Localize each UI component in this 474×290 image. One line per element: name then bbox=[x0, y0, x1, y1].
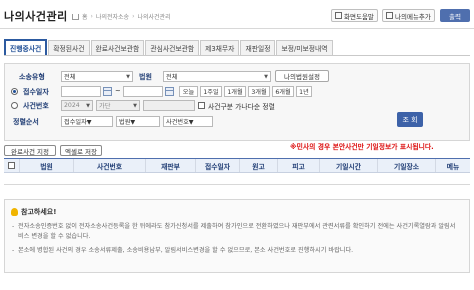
search-form: 소송유형 전체 법원 전체 나의법원설정 접수일자 ~ 오늘 1주일 1개월 3… bbox=[4, 63, 470, 141]
sort-order-label: 정렬순서 bbox=[13, 118, 39, 126]
tab-in-progress[interactable]: 진행중사건 bbox=[4, 39, 48, 55]
tab-confirmed[interactable]: 확정된사건 bbox=[48, 40, 90, 55]
case-number-input[interactable] bbox=[143, 100, 195, 111]
sort-by-case-type-label: 사건구분 가나다순 정렬 bbox=[208, 103, 275, 111]
tab-third-debtor[interactable]: 제3채무자 bbox=[200, 40, 240, 55]
tab-interest-storage[interactable]: 관심사건보관함 bbox=[145, 40, 200, 55]
calendar-icon[interactable] bbox=[103, 87, 112, 96]
tab-underline bbox=[4, 55, 470, 56]
breadcrumb: 홈 › 나의전자소송 › 나의사건관리 bbox=[72, 12, 171, 21]
case-number-label: 사건번호 bbox=[23, 102, 49, 110]
help-icon bbox=[335, 12, 342, 19]
case-year-select[interactable]: 2024 bbox=[61, 100, 93, 111]
sort-by-case-type-checkbox[interactable] bbox=[198, 102, 205, 109]
court-select[interactable]: 전체 bbox=[163, 71, 271, 82]
column-court: 법원 bbox=[20, 159, 74, 172]
tab-trial-schedule[interactable]: 재판일정 bbox=[240, 40, 276, 55]
case-table-body bbox=[4, 173, 470, 185]
column-hearing-place: 기일장소 bbox=[378, 159, 436, 172]
quick-date-1month[interactable]: 1개월 bbox=[224, 86, 246, 97]
calendar-icon[interactable] bbox=[165, 87, 174, 96]
quick-date-3month[interactable]: 3개월 bbox=[248, 86, 270, 97]
plus-icon bbox=[386, 12, 393, 19]
excel-save-button[interactable]: 엑셀로 저장 bbox=[60, 145, 102, 156]
info-item: 전자소송인증번호 없이 전자소송사건등록을 한 뒤에라도 참가신청서를 제출하여… bbox=[12, 222, 458, 242]
tab-bar: 진행중사건 확정된사건 완료사건보관함 관심사건보관함 제3채무자 재판일정 보… bbox=[4, 39, 333, 55]
breadcrumb-mycase[interactable]: 나의전자소송 bbox=[96, 12, 129, 21]
search-button[interactable]: 조 회 bbox=[397, 112, 423, 127]
column-receipt-date: 접수일자 bbox=[196, 159, 240, 172]
column-plaintiff: 원고 bbox=[240, 159, 278, 172]
column-hearing-time: 기일시간 bbox=[320, 159, 378, 172]
quick-date-6month[interactable]: 6개월 bbox=[272, 86, 294, 97]
breadcrumb-separator: › bbox=[90, 13, 93, 20]
info-item: 본소에 병합된 사건의 경우 소송서류제출, 소송비용납부, 알림서비스변경을 … bbox=[12, 246, 458, 256]
receipt-date-from-input[interactable] bbox=[61, 86, 101, 97]
case-type-select[interactable]: 가단 bbox=[96, 100, 140, 111]
case-number-radio[interactable] bbox=[11, 102, 18, 109]
add-my-menu-label: 나의메뉴추가 bbox=[395, 12, 431, 21]
tab-correction-history[interactable]: 보정/미보정내역 bbox=[276, 40, 333, 55]
column-select bbox=[4, 159, 20, 172]
quick-date-today[interactable]: 오늘 bbox=[179, 86, 198, 97]
tab-completed-storage[interactable]: 완료사건보관함 bbox=[90, 40, 145, 55]
date-range-tilde: ~ bbox=[115, 87, 121, 95]
add-my-menu-button[interactable]: 나의메뉴추가 bbox=[382, 9, 435, 22]
receipt-date-to-input[interactable] bbox=[123, 86, 163, 97]
help-button[interactable]: 화면도움말 bbox=[331, 9, 378, 22]
litigation-type-label: 소송유형 bbox=[19, 73, 45, 81]
quick-date-1week[interactable]: 1주일 bbox=[200, 86, 222, 97]
info-title: 참고하세요! bbox=[21, 208, 57, 216]
header-divider bbox=[0, 28, 474, 29]
quick-date-1year[interactable]: 1년 bbox=[296, 86, 312, 97]
home-icon[interactable] bbox=[72, 13, 79, 20]
info-box: 참고하세요! 전자소송인증번호 없이 전자소송사건등록을 한 뒤에라도 참가신청… bbox=[4, 199, 470, 273]
case-table-header: 법원 사건번호 재판부 접수일자 원고 피고 기일시간 기일장소 메뉴 bbox=[4, 158, 470, 173]
help-label: 화면도움말 bbox=[344, 12, 374, 21]
receipt-date-radio[interactable] bbox=[11, 88, 18, 95]
breadcrumb-current: 나의사건관리 bbox=[137, 14, 171, 21]
select-all-checkbox[interactable] bbox=[8, 162, 15, 169]
info-header: 참고하세요! bbox=[11, 207, 56, 217]
column-defendant: 피고 bbox=[278, 159, 320, 172]
sort-receipt-date-select[interactable]: 접수일자▼ bbox=[61, 116, 113, 127]
column-case-number: 사건번호 bbox=[74, 159, 146, 172]
sort-case-number-select[interactable]: 사건번호▼ bbox=[163, 116, 213, 127]
complete-case-button[interactable]: 완료사건 지정 bbox=[4, 145, 56, 156]
litigation-type-select[interactable]: 전체 bbox=[61, 71, 133, 82]
breadcrumb-separator: › bbox=[132, 13, 135, 20]
lightbulb-icon bbox=[11, 208, 18, 216]
page-title: 나의사건관리 bbox=[4, 10, 68, 23]
breadcrumb-home[interactable]: 홈 bbox=[82, 12, 88, 21]
receipt-date-label: 접수일자 bbox=[23, 88, 49, 96]
sort-court-select[interactable]: 법원▼ bbox=[116, 116, 160, 127]
print-button[interactable]: 출력 bbox=[440, 9, 470, 22]
notice-text: ※민사의 경우 본안사건만 기일정보가 표시됩니다. bbox=[290, 143, 434, 151]
my-court-settings-button[interactable]: 나의법원설정 bbox=[275, 70, 329, 82]
column-division: 재판부 bbox=[146, 159, 196, 172]
column-menu: 메뉴 bbox=[446, 162, 460, 171]
court-label: 법원 bbox=[139, 73, 152, 81]
